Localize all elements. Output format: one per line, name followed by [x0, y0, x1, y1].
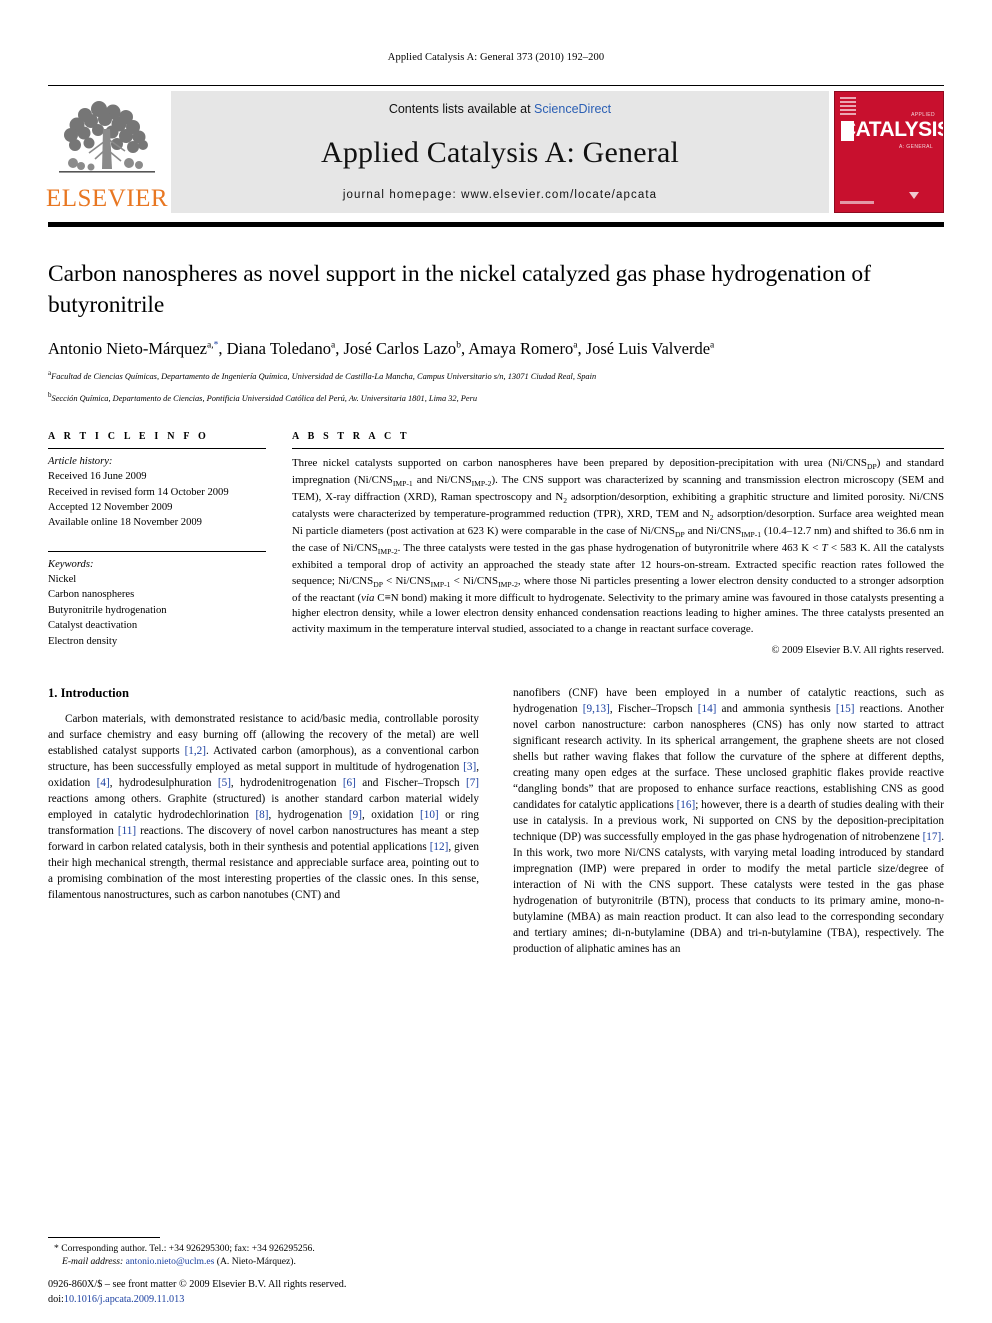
author-name: José Carlos Lazo [343, 339, 457, 359]
citation-link[interactable]: [5] [218, 777, 231, 789]
abstract-heading: A B S T R A C T [292, 430, 410, 442]
article-info-heading: A R T I C L E I N F O [48, 430, 209, 442]
footnote-block: * Corresponding author. Tel.: +34 926295… [48, 1236, 462, 1269]
intro-paragraph-2: nanofibers (CNF) have been employed in a… [513, 687, 945, 955]
journal-masthead: ELSEVIER Contents lists available at Sci… [45, 85, 944, 213]
author-item: Amaya Romeroa, [468, 339, 586, 359]
keywords-label: Keywords: [48, 558, 94, 570]
citation-link[interactable]: [10] [420, 809, 439, 821]
article-history-block: Article history: Received 16 June 2009 R… [48, 449, 266, 531]
body-columns: 1. Introduction Carbon materials, with d… [48, 686, 944, 957]
email-link[interactable]: antonio.nieto@uclm.es [126, 1256, 215, 1267]
history-item: Received 16 June 2009 [48, 471, 147, 483]
keyword-item: Carbon nanospheres [48, 589, 135, 601]
author-affil-marker: a [573, 340, 578, 351]
citation-link[interactable]: [4] [97, 777, 110, 789]
doi-link[interactable]: 10.1016/j.apcata.2009.11.013 [64, 1294, 184, 1305]
keyword-item: Catalyst deactivation [48, 620, 138, 632]
article-info-column: A R T I C L E I N F O Article history: R… [48, 431, 266, 656]
keyword-item: Electron density [48, 635, 118, 647]
citation-link[interactable]: [1,2] [185, 745, 206, 757]
issn-front-matter: 0926-860X/$ – see front matter © 2009 El… [48, 1279, 347, 1291]
sciencedirect-link[interactable]: ScienceDirect [534, 102, 611, 116]
section-heading-introduction: 1. Introduction [48, 686, 129, 701]
citation-link[interactable]: [16] [677, 799, 696, 811]
abstract-copyright: © 2009 Elsevier B.V. All rights reserved… [771, 645, 944, 657]
author-item: José Luis Valverdea [586, 339, 715, 358]
cover-subtitle-label: A: GENERAL [898, 144, 933, 150]
doi-label: doi: [48, 1293, 64, 1305]
affiliation-line: aFacultad de Ciencias Químicas, Departam… [48, 369, 944, 383]
footnote-rule [48, 1236, 160, 1238]
citation-link[interactable]: [15] [836, 703, 855, 715]
keyword-item: Butyronitrile hydrogenation [48, 604, 167, 616]
citation-link[interactable]: [7] [466, 777, 479, 789]
page-title: Carbon nanospheres as novel support in t… [48, 261, 871, 318]
email-note: E-mail address: antonio.nieto@uclm.es (A… [48, 1255, 462, 1269]
doi-line: doi:10.1016/j.apcata.2009.11.013 [48, 1293, 478, 1307]
journal-cover-thumbnail[interactable]: APPLIED CATALYSIS A: GENERAL [834, 91, 944, 213]
journal-homepage-line[interactable]: journal homepage: www.elsevier.com/locat… [343, 189, 657, 201]
corresponding-author-note: * Corresponding author. Tel.: +34 926295… [54, 1242, 315, 1254]
abstract-column: A B S T R A C T Three nickel catalysts s… [292, 431, 944, 656]
citation-link[interactable]: [12] [430, 841, 449, 853]
author-name: Diana Toledano [226, 339, 331, 359]
history-item: Accepted 12 November 2009 [48, 502, 173, 514]
elsevier-wordmark: ELSEVIER [45, 185, 169, 212]
cover-footer-bar [840, 201, 874, 204]
masthead-bottom-rule [48, 222, 944, 227]
email-suffix: (A. Nieto-Márquez). [216, 1256, 296, 1268]
citation-link[interactable]: [17] [923, 831, 942, 843]
abstract-text: Three nickel catalysts supported on carb… [292, 456, 945, 635]
author-name: Antonio Nieto-Márquez [48, 339, 207, 359]
elsevier-logo: ELSEVIER [45, 91, 169, 213]
corresponding-author-marker[interactable]: * [214, 341, 219, 351]
elsevier-tree-icon [59, 101, 155, 173]
contents-available-line: Contents lists available at ScienceDirec… [389, 102, 611, 116]
citation-link[interactable]: [3] [463, 761, 476, 773]
cover-title-word: CATALYSIS [841, 118, 944, 141]
author-list: Antonio Nieto-Márqueza,*, Diana Toledano… [48, 338, 944, 359]
journal-band: Contents lists available at ScienceDirec… [171, 91, 829, 213]
citation-link[interactable]: [9,13] [583, 703, 610, 715]
author-name: Amaya Romero [468, 339, 574, 359]
article-history-label: Article history: [48, 455, 113, 467]
author-item: José Carlos Lazob, [343, 339, 469, 359]
journal-article-page: Applied Catalysis A: General 373 (2010) … [0, 0, 992, 1323]
affiliation-text: Sección Química, Departamento de Ciencia… [51, 394, 478, 404]
body-column-right: nanofibers (CNF) have been employed in a… [513, 686, 944, 957]
affiliation-text: Facultad de Ciencias Químicas, Departame… [51, 371, 597, 381]
imprint-block: 0926-860X/$ – see front matter © 2009 El… [48, 1278, 478, 1307]
title-block: Carbon nanospheres as novel support in t… [48, 259, 944, 405]
citation-link[interactable]: [8] [255, 809, 268, 821]
citation-link[interactable]: [14] [698, 703, 717, 715]
citation-link[interactable]: [9] [349, 809, 362, 821]
keywords-list: Keywords: Nickel Carbon nanospheres Buty… [48, 552, 266, 649]
contents-prefix: Contents lists available at [388, 102, 535, 116]
intro-paragraph-1: Carbon materials, with demonstrated resi… [48, 713, 480, 901]
author-item: Antonio Nieto-Márqueza,*, [48, 339, 227, 359]
running-head: Applied Catalysis A: General 373 (2010) … [387, 52, 605, 63]
history-item: Available online 18 November 2009 [48, 517, 202, 529]
journal-title: Applied Catalysis A: General [320, 135, 680, 169]
keyword-item: Nickel [48, 574, 77, 586]
author-item: Diana Toledanoa, [226, 339, 344, 359]
cover-publisher-mark-icon [909, 192, 919, 199]
email-label: E-mail address: [62, 1256, 124, 1268]
keywords-block: Keywords: Nickel Carbon nanospheres Buty… [48, 550, 266, 649]
citation-link[interactable]: [11] [118, 825, 136, 837]
info-abstract-row: A R T I C L E I N F O Article history: R… [48, 431, 944, 656]
author-name: José Luis Valverde [585, 339, 711, 359]
cover-top-lines [840, 97, 856, 117]
author-affil-marker: b [456, 340, 461, 351]
author-affil-marker: a, [207, 340, 214, 351]
history-item: Received in revised form 14 October 2009 [48, 486, 229, 498]
affiliation-line: bSección Química, Departamento de Cienci… [48, 391, 944, 405]
body-column-left: 1. Introduction Carbon materials, with d… [48, 686, 479, 957]
citation-link[interactable]: [6] [343, 777, 356, 789]
author-affil-marker: a [330, 340, 336, 351]
author-affil-marker: a [710, 340, 715, 351]
